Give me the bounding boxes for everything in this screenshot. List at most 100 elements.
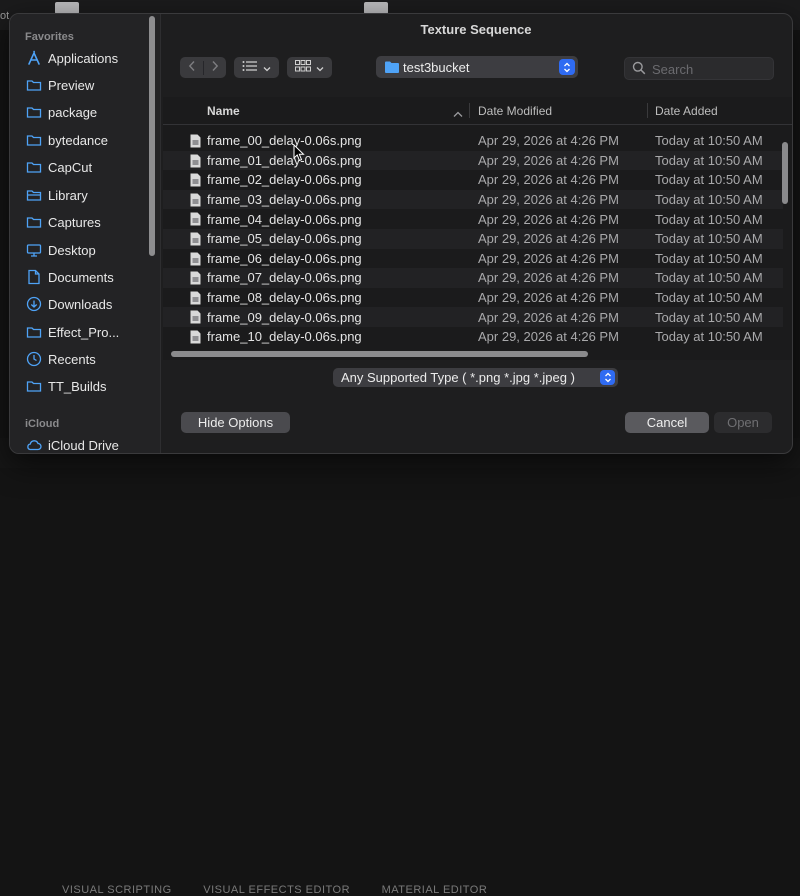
file-date-modified: Apr 29, 2026 at 4:26 PM (478, 309, 619, 325)
location-popup[interactable]: test3bucket (376, 56, 578, 78)
background-tab[interactable]: MATERIAL EDITOR (382, 884, 488, 896)
sidebar-item-documents[interactable]: Documents (25, 265, 153, 289)
png-file-icon (190, 271, 201, 288)
sidebar-item-label: Preview (48, 77, 95, 93)
file-date-modified: Apr 29, 2026 at 4:26 PM (478, 133, 619, 149)
file-name: frame_07_delay-0.06s.png (207, 270, 362, 286)
file-date-added: Today at 10:50 AM (655, 231, 763, 247)
file-row[interactable]: frame_07_delay-0.06s.png Apr 29, 2026 at… (163, 268, 783, 288)
background-tab[interactable]: VISUAL SCRIPTING (62, 884, 172, 896)
sidebar-section-favorites: Favorites (25, 31, 74, 43)
sidebar-item-library[interactable]: Library (25, 183, 153, 207)
back-button[interactable] (181, 57, 203, 78)
search-input[interactable] (650, 60, 772, 79)
sidebar-item-preview[interactable]: Preview (25, 73, 153, 97)
folder-icon (25, 77, 42, 94)
file-type-label: Any Supported Type ( *.png *.jpg *.jpeg … (341, 370, 575, 385)
chevron-down-icon (316, 60, 324, 75)
column-header-date-modified[interactable]: Date Modified (478, 97, 552, 124)
sidebar-item-label: Applications (48, 50, 119, 66)
file-date-added: Today at 10:50 AM (655, 329, 763, 345)
file-row[interactable]: frame_08_delay-0.06s.png Apr 29, 2026 at… (163, 288, 783, 308)
background-tab[interactable]: VISUAL EFFECTS EDITOR (203, 884, 350, 896)
sidebar-item-recents[interactable]: Recents (25, 347, 153, 371)
file-row[interactable]: frame_06_delay-0.06s.png Apr 29, 2026 at… (163, 249, 783, 269)
sidebar-item-desktop[interactable]: Desktop (25, 238, 153, 262)
column-divider (647, 103, 648, 118)
forward-button[interactable] (204, 57, 226, 78)
sidebar-item-captures[interactable]: Captures (25, 210, 153, 234)
up-down-chevron-icon (559, 59, 575, 75)
sidebar-item-label: CapCut (48, 159, 93, 175)
view-grid-button[interactable] (287, 57, 332, 78)
sidebar-scrollbar[interactable] (149, 16, 155, 256)
sidebar-item-downloads[interactable]: Downloads (25, 292, 153, 316)
file-date-added: Today at 10:50 AM (655, 309, 763, 325)
file-date-added: Today at 10:50 AM (655, 290, 763, 306)
file-date-modified: Apr 29, 2026 at 4:26 PM (478, 329, 619, 345)
nav-buttons (180, 57, 226, 78)
file-date-added: Today at 10:50 AM (655, 192, 763, 208)
png-file-icon (190, 330, 201, 347)
open-button[interactable]: Open (714, 412, 772, 433)
sidebar-item-icloud-drive[interactable]: iCloud Drive (25, 433, 153, 454)
grid-view-icon (295, 60, 311, 75)
library-icon (25, 187, 42, 204)
file-name: frame_09_delay-0.06s.png (207, 309, 362, 325)
file-row[interactable]: frame_04_delay-0.06s.png Apr 29, 2026 at… (163, 209, 783, 229)
sidebar: Favorites Applications Preview package b… (10, 14, 161, 453)
file-date-modified: Apr 29, 2026 at 4:26 PM (478, 231, 619, 247)
sidebar-item-capcut[interactable]: CapCut (25, 155, 153, 179)
file-name: frame_10_delay-0.06s.png (207, 329, 362, 345)
file-date-modified: Apr 29, 2026 at 4:26 PM (478, 290, 619, 306)
file-date-modified: Apr 29, 2026 at 4:26 PM (478, 250, 619, 266)
search-field[interactable] (624, 57, 774, 80)
sidebar-item-effect-pro[interactable]: Effect_Pro... (25, 320, 153, 344)
file-name: frame_01_delay-0.06s.png (207, 152, 362, 168)
file-name: frame_03_delay-0.06s.png (207, 192, 362, 208)
file-row[interactable]: frame_05_delay-0.06s.png Apr 29, 2026 at… (163, 229, 783, 249)
sidebar-item-label: TT_Builds (48, 378, 107, 394)
mouse-cursor-icon (293, 143, 305, 165)
background-label: ot (0, 10, 10, 22)
file-row[interactable]: frame_01_delay-0.06s.png Apr 29, 2026 at… (163, 150, 783, 171)
download-icon (25, 296, 42, 313)
png-file-icon (190, 310, 201, 327)
clock-icon (25, 351, 42, 368)
sort-chevron-up-icon (453, 106, 463, 121)
cloud-icon (25, 437, 42, 454)
file-name: frame_06_delay-0.06s.png (207, 250, 362, 266)
file-name: frame_08_delay-0.06s.png (207, 290, 362, 306)
cancel-button[interactable]: Cancel (625, 412, 709, 433)
column-header-name[interactable]: Name (207, 97, 240, 124)
sidebar-item-tt-builds[interactable]: TT_Builds (25, 374, 153, 398)
file-date-added: Today at 10:50 AM (655, 172, 763, 188)
sidebar-item-applications[interactable]: Applications (25, 46, 153, 70)
sidebar-item-label: Recents (48, 351, 96, 367)
file-type-popup[interactable]: Any Supported Type ( *.png *.jpg *.jpeg … (333, 368, 618, 387)
sidebar-item-bytedance[interactable]: bytedance (25, 128, 153, 152)
view-list-button[interactable] (234, 57, 279, 78)
file-row[interactable]: frame_02_delay-0.06s.png Apr 29, 2026 at… (163, 170, 783, 190)
png-file-icon (190, 232, 201, 249)
png-file-icon (190, 252, 201, 269)
folder-icon (25, 159, 42, 176)
sidebar-item-package[interactable]: package (25, 100, 153, 124)
file-row[interactable]: frame_10_delay-0.06s.png Apr 29, 2026 at… (163, 327, 783, 347)
file-list-horizontal-scrollbar[interactable] (171, 351, 588, 357)
file-row[interactable]: frame_03_delay-0.06s.png Apr 29, 2026 at… (163, 189, 783, 210)
folder-icon (25, 324, 42, 341)
column-header-date-added[interactable]: Date Added (655, 97, 718, 124)
hide-options-button[interactable]: Hide Options (181, 412, 290, 433)
file-name: frame_04_delay-0.06s.png (207, 211, 362, 227)
file-date-added: Today at 10:50 AM (655, 250, 763, 266)
sidebar-item-label: Documents (48, 269, 114, 285)
file-name: frame_02_delay-0.06s.png (207, 172, 362, 188)
chevron-left-icon (188, 60, 196, 75)
file-row[interactable]: frame_00_delay-0.06s.png Apr 29, 2026 at… (163, 131, 783, 151)
chevron-down-icon (263, 60, 271, 75)
file-date-added: Today at 10:50 AM (655, 270, 763, 286)
file-list-vertical-scrollbar[interactable] (782, 142, 788, 204)
file-row[interactable]: frame_09_delay-0.06s.png Apr 29, 2026 at… (163, 307, 783, 327)
png-file-icon (190, 193, 201, 210)
